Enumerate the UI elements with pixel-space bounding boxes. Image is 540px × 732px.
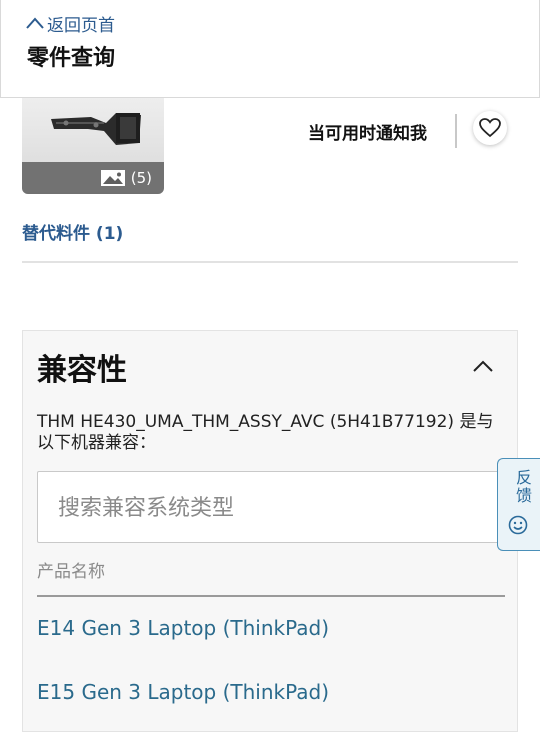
column-header-product-name: 产品名称 [37, 562, 105, 582]
alternate-parts-link[interactable]: 替代料件 (1) [22, 219, 123, 244]
divider [22, 261, 518, 263]
compatibility-description: THM HE430_UMA_THM_ASSY_AVC (5H41B77192) … [37, 412, 494, 453]
feedback-label: 反馈 [513, 469, 532, 505]
compatible-search-box [37, 471, 503, 544]
compatible-search-input[interactable] [56, 472, 480, 544]
collapse-button[interactable] [473, 357, 493, 376]
back-to-top-label: 返回页首 [47, 15, 115, 36]
wishlist-button[interactable] [473, 111, 507, 145]
divider [455, 114, 457, 148]
column-header-divider [37, 595, 505, 597]
chevron-up-icon [26, 17, 44, 29]
product-image-gallery[interactable]: (5) [22, 97, 164, 194]
image-count-label: (5) [130, 169, 152, 187]
notify-when-available[interactable]: 当可用时通知我 [308, 119, 427, 144]
image-icon [100, 170, 125, 186]
list-item[interactable]: E14 Gen 3 Laptop (ThinkPad) [37, 616, 329, 640]
heart-icon [479, 118, 501, 138]
smiley-icon [508, 515, 528, 535]
thermal-module-image [51, 113, 141, 145]
page-title: 零件查询 [27, 46, 116, 71]
chevron-up-icon [473, 360, 493, 372]
compatibility-panel: 兼容性 THM HE430_UMA_THM_ASSY_AVC (5H41B771… [22, 330, 518, 732]
list-item[interactable]: E15 Gen 3 Laptop (ThinkPad) [37, 680, 329, 704]
feedback-tab[interactable]: 反馈 [497, 458, 540, 551]
page-header: 返回页首 零件查询 [0, 0, 540, 98]
compatibility-title: 兼容性 [37, 353, 127, 388]
back-to-top-link[interactable]: 返回页首 [25, 10, 115, 36]
image-count: (5) [100, 169, 152, 187]
